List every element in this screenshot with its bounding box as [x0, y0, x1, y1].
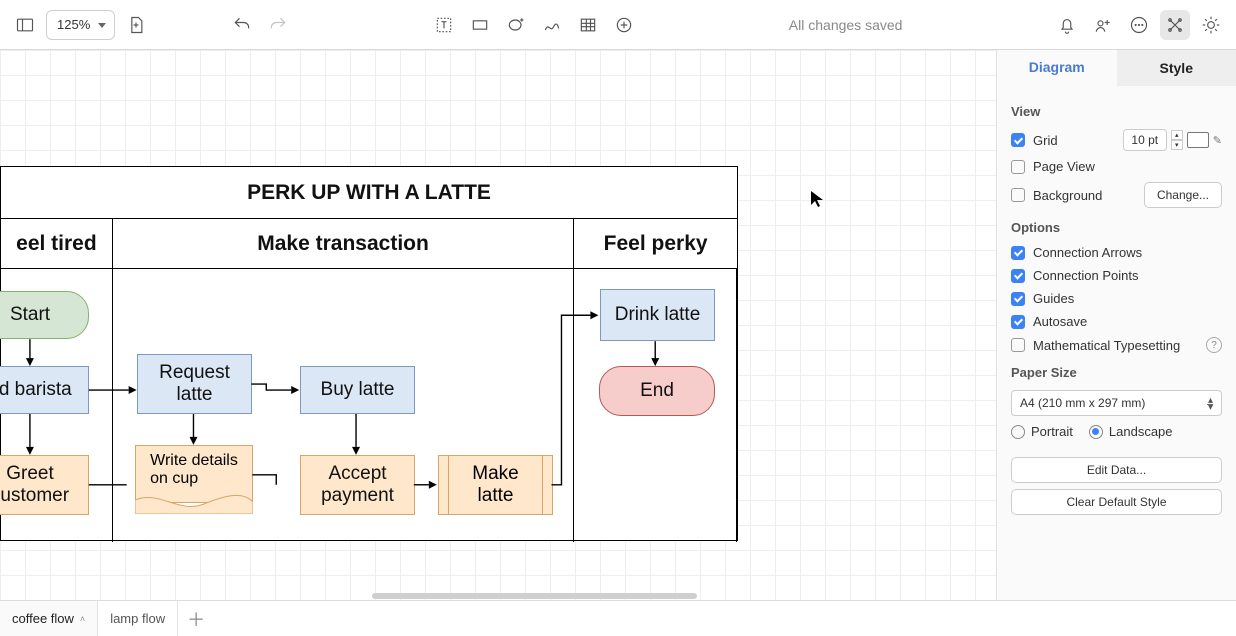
portrait-label: Portrait: [1031, 424, 1073, 439]
clear-style-button[interactable]: Clear Default Style: [1011, 489, 1222, 515]
page-tab-active[interactable]: coffee flow˄: [0, 601, 98, 636]
grid-color-swatch[interactable]: [1187, 132, 1209, 148]
grid-label: Grid: [1033, 133, 1115, 148]
rectangle-tool-icon[interactable]: [465, 10, 495, 40]
make-latte-node[interactable]: Make latte: [438, 455, 553, 515]
chevron-up-icon: ˄: [80, 614, 85, 624]
page-tab-other[interactable]: lamp flow: [98, 601, 178, 636]
undo-icon[interactable]: [227, 10, 257, 40]
end-node[interactable]: End: [599, 366, 715, 416]
guides-checkbox[interactable]: [1011, 292, 1025, 306]
points-label: Connection Points: [1033, 268, 1222, 283]
options-heading: Options: [1011, 220, 1222, 235]
arrows-label: Connection Arrows: [1033, 245, 1222, 260]
buy-node[interactable]: Buy latte: [300, 366, 415, 414]
freehand-tool-icon[interactable]: [537, 10, 567, 40]
comment-icon[interactable]: [1124, 10, 1154, 40]
find-barista-node[interactable]: nd barista: [0, 366, 89, 414]
ellipse-tool-icon[interactable]: [501, 10, 531, 40]
request-node[interactable]: Request latte: [137, 354, 252, 414]
grid-size-steppers[interactable]: ▴▾: [1171, 130, 1183, 150]
guides-label: Guides: [1033, 291, 1222, 306]
math-checkbox[interactable]: [1011, 338, 1025, 352]
change-background-button[interactable]: Change...: [1144, 182, 1222, 208]
edit-color-icon[interactable]: ✎: [1213, 134, 1222, 147]
page-tabs: coffee flow˄ lamp flow ＋: [0, 600, 1236, 636]
pageview-checkbox[interactable]: [1011, 160, 1025, 174]
notifications-icon[interactable]: [1052, 10, 1082, 40]
swimlane-container[interactable]: PERK UP WITH A LATTE eel tired Make tran…: [0, 166, 738, 541]
grid-size-input[interactable]: 10 pt: [1123, 129, 1167, 151]
redo-icon[interactable]: [263, 10, 293, 40]
add-page-button[interactable]: ＋: [178, 601, 214, 636]
lane-header-1[interactable]: eel tired: [1, 219, 113, 268]
new-page-icon[interactable]: [121, 10, 151, 40]
background-checkbox[interactable]: [1011, 188, 1025, 202]
pageview-label: Page View: [1033, 159, 1222, 174]
view-heading: View: [1011, 104, 1222, 119]
portrait-radio[interactable]: [1011, 425, 1025, 439]
autosave-label: Autosave: [1033, 314, 1222, 329]
cursor-icon: [810, 190, 824, 208]
math-label: Mathematical Typesetting: [1033, 338, 1198, 353]
tab-style[interactable]: Style: [1117, 50, 1236, 86]
start-node[interactable]: Start: [0, 291, 89, 339]
canvas[interactable]: PERK UP WITH A LATTE eel tired Make tran…: [0, 50, 996, 600]
tab-diagram[interactable]: Diagram: [997, 50, 1117, 86]
landscape-label: Landscape: [1109, 424, 1173, 439]
table-tool-icon[interactable]: [573, 10, 603, 40]
lane-header-2[interactable]: Make transaction: [113, 219, 574, 268]
top-toolbar: 125% All changes saved: [0, 0, 1236, 50]
landscape-radio[interactable]: [1089, 425, 1103, 439]
add-shape-icon[interactable]: [609, 10, 639, 40]
swimlane-title[interactable]: PERK UP WITH A LATTE: [1, 167, 737, 219]
autosave-checkbox[interactable]: [1011, 315, 1025, 329]
help-icon[interactable]: ?: [1206, 337, 1222, 353]
horizontal-scrollbar[interactable]: [372, 592, 996, 600]
toggle-sidebar-icon[interactable]: [10, 10, 40, 40]
zoom-value: 125%: [57, 17, 90, 32]
paper-size-select[interactable]: A4 (210 mm x 297 mm) ▴▾: [1011, 390, 1222, 416]
grid-checkbox[interactable]: [1011, 133, 1025, 147]
save-status: All changes saved: [645, 17, 1046, 33]
right-panel: Diagram Style View Grid 10 pt ▴▾ ✎ Page …: [996, 50, 1236, 600]
background-label: Background: [1033, 188, 1136, 203]
paper-heading: Paper Size: [1011, 365, 1222, 380]
drink-node[interactable]: Drink latte: [600, 289, 715, 341]
share-icon[interactable]: [1088, 10, 1118, 40]
text-tool-icon[interactable]: [429, 10, 459, 40]
accept-node[interactable]: Accept payment: [300, 455, 415, 515]
points-checkbox[interactable]: [1011, 269, 1025, 283]
theme-icon[interactable]: [1196, 10, 1226, 40]
greet-node[interactable]: Greet customer: [0, 455, 89, 515]
lane-header-3[interactable]: Feel perky: [574, 219, 737, 268]
write-node[interactable]: Write details on cup: [135, 445, 253, 503]
arrows-checkbox[interactable]: [1011, 246, 1025, 260]
zoom-select[interactable]: 125%: [46, 10, 115, 40]
panel-toggle-icon[interactable]: [1160, 10, 1190, 40]
edit-data-button[interactable]: Edit Data...: [1011, 457, 1222, 483]
